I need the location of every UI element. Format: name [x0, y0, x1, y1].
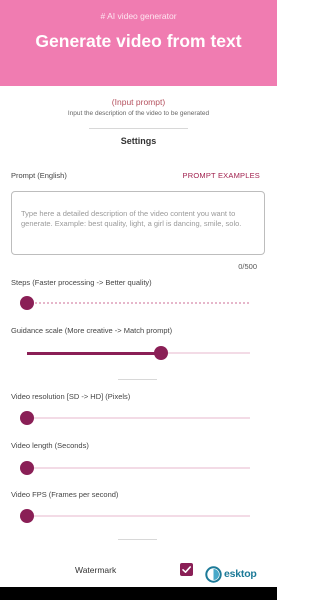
input-prompt-description: Input the description of the video to be… — [67, 110, 210, 117]
guidance-scale-label: Guidance scale (More creative -> Match p… — [11, 326, 173, 335]
desktop-logo-icon — [205, 565, 222, 583]
guidance-scale-slider[interactable] — [27, 346, 250, 360]
slider-thumb[interactable] — [20, 509, 34, 523]
settings-heading: Settings — [120, 136, 157, 146]
video-fps-label: Video FPS (Frames per second) — [11, 490, 119, 499]
app-subtitle: # AI video generator — [100, 11, 177, 21]
slider-fill — [27, 351, 161, 355]
slider-track — [27, 417, 250, 419]
prompt-character-counter: 0/500 — [238, 262, 257, 271]
check-icon — [182, 566, 191, 573]
app-header: # AI video generator Generate video from… — [0, 0, 277, 86]
steps-label: Steps (Faster processing -> Better quali… — [11, 278, 152, 287]
slider-track — [27, 302, 250, 304]
video-length-slider-placeholder — [27, 432, 250, 446]
steps-slider[interactable] — [20, 296, 250, 310]
prompt-input-box — [11, 191, 265, 255]
system-navigation-bar — [0, 587, 277, 600]
slider-thumb[interactable] — [20, 296, 34, 310]
prompt-examples-button[interactable]: PROMPT EXAMPLES — [183, 171, 260, 180]
page-title: Generate video from text — [35, 31, 242, 51]
slider-thumb[interactable] — [153, 346, 168, 360]
slider-thumb[interactable] — [20, 461, 34, 475]
video-resolution-slider[interactable] — [20, 411, 250, 425]
video-length-slider[interactable] — [20, 461, 250, 475]
watermark-logo: esktop — [205, 565, 257, 583]
divider — [118, 379, 157, 380]
video-fps-slider[interactable] — [20, 509, 250, 523]
divider — [89, 128, 188, 129]
slider-track — [27, 515, 250, 517]
input-prompt-required-label: (Input prompt) — [111, 97, 166, 107]
watermark-checkbox[interactable] — [180, 563, 193, 576]
video-resolution-label: Video resolution [SD -> HD] (Pixels) — [11, 392, 131, 401]
watermark-label: Watermark — [75, 565, 117, 575]
divider — [118, 539, 157, 540]
logo-text: esktop — [224, 568, 257, 580]
slider-track — [27, 467, 250, 469]
slider-thumb[interactable] — [20, 411, 34, 425]
prompt-label: Prompt (English) — [11, 171, 67, 180]
prompt-input[interactable] — [12, 192, 264, 254]
